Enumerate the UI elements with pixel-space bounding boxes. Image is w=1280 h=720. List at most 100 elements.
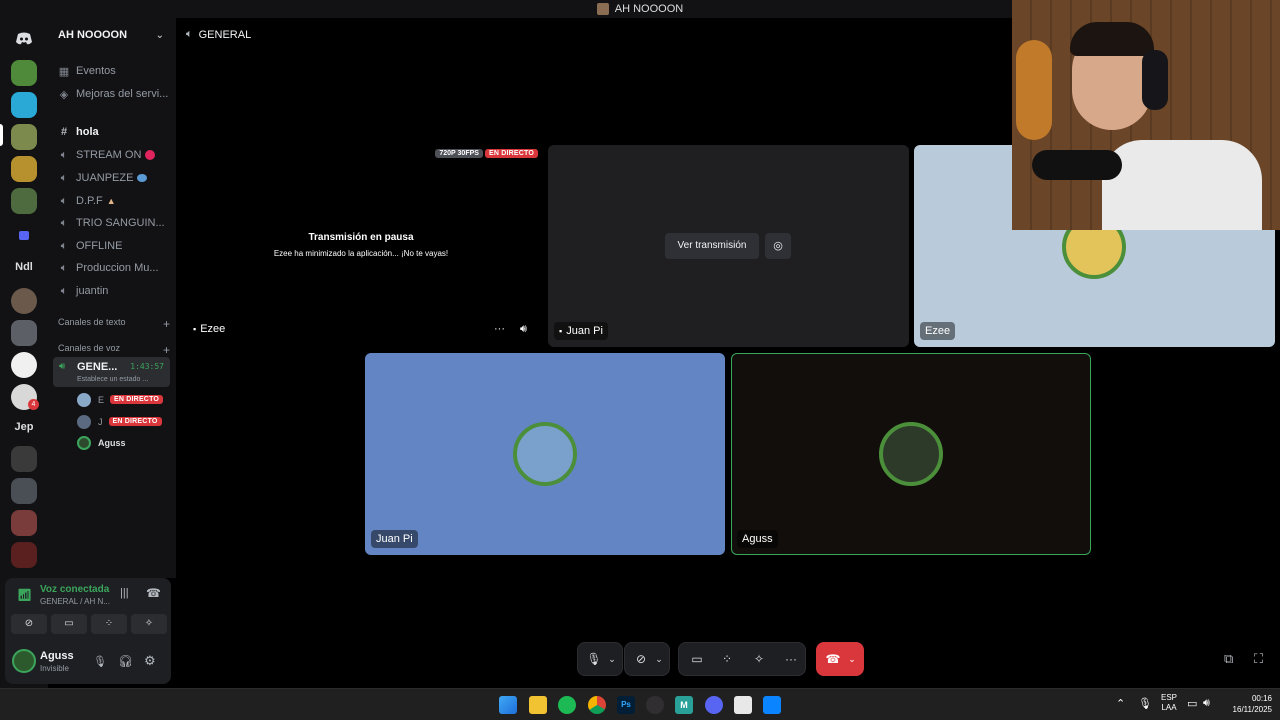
network-icon[interactable]: ▭ xyxy=(1187,697,1197,710)
channel-offline[interactable]: 🔈︎ OFFLINE xyxy=(58,236,172,256)
add-channel-icon[interactable]: + xyxy=(163,343,170,357)
channel-sidebar: AH NOOOON ⌄ ▦ Eventos ◈ Mejoras del servi.… xyxy=(48,18,176,578)
more-options-icon[interactable]: ··· xyxy=(494,323,505,335)
server-icon-8[interactable] xyxy=(11,320,37,346)
discord-taskbar-icon[interactable] xyxy=(705,696,723,714)
voice-member-aguss[interactable]: Aguss xyxy=(77,434,169,451)
voice-timer: 1:43:57 xyxy=(130,362,164,371)
windows-start-icon[interactable] xyxy=(499,696,517,714)
username[interactable]: Aguss xyxy=(40,650,74,662)
avatar[interactable] xyxy=(12,649,36,673)
spotify-icon[interactable] xyxy=(558,696,576,714)
juan-user-tile[interactable]: Juan Pi xyxy=(365,353,725,555)
chevron-down-icon[interactable]: ⌄ xyxy=(845,643,859,675)
mic-icon[interactable]: 🎙︎ xyxy=(93,655,107,668)
pray-emoji: ▲ xyxy=(106,196,116,206)
camera-group: ⊘ ⌄ xyxy=(624,642,670,676)
category-voice[interactable]: Canales de voz + xyxy=(58,343,170,357)
share-screen-icon[interactable]: ▭ xyxy=(685,643,709,675)
channel-hola[interactable]: # hola xyxy=(58,122,172,142)
fullscreen-icon[interactable]: ⛶ xyxy=(1254,651,1263,667)
speaker-icon: 🔈︎ xyxy=(60,239,68,252)
gear-icon[interactable]: ⚙ xyxy=(144,653,156,669)
volume-icon[interactable]: 🔊︎ xyxy=(1203,697,1210,710)
mic-tray-icon[interactable]: 🎙︎ xyxy=(1138,697,1152,710)
aguss-user-tile[interactable]: Aguss xyxy=(731,353,1091,555)
photoshop-icon[interactable]: Ps xyxy=(617,696,635,714)
server-icon-13[interactable] xyxy=(11,478,37,504)
soundboard-button[interactable]: ✧ xyxy=(131,614,167,634)
obs-icon[interactable] xyxy=(646,696,664,714)
events-item[interactable]: ▦ Eventos xyxy=(58,61,172,81)
stream-name-tag: ▪ Ezee xyxy=(193,323,226,335)
noise-suppression-icon[interactable]: ||| xyxy=(120,587,129,599)
app-m-icon[interactable]: M xyxy=(675,696,693,714)
popout-window-icon[interactable]: ⧉ xyxy=(1224,651,1233,667)
server-icon-4[interactable] xyxy=(11,156,37,182)
channel-juanpeze[interactable]: 🔈︎ JUANPEZE xyxy=(58,168,172,188)
avatar xyxy=(77,414,91,429)
boosts-item[interactable]: ◈ Mejoras del servi... xyxy=(58,84,172,104)
red-circle-emoji xyxy=(145,150,156,160)
activities-icon[interactable]: ⁘ xyxy=(715,643,739,675)
store-icon[interactable] xyxy=(734,696,752,714)
server-icon-14[interactable] xyxy=(11,510,37,536)
juan-stream-tile[interactable]: Ver transmisión ◎ ▪ Juan Pi xyxy=(548,145,909,347)
server-icon-9[interactable] xyxy=(11,352,37,378)
folder-icon[interactable] xyxy=(11,222,37,248)
language-indicator[interactable]: ESP LAA xyxy=(1158,693,1180,713)
more-options-icon[interactable]: ··· xyxy=(779,643,803,675)
server-header[interactable]: AH NOOOON ⌄ xyxy=(48,18,176,52)
headphones-icon[interactable]: 🎧︎ xyxy=(118,654,133,668)
file-explorer-icon[interactable] xyxy=(529,696,547,714)
chevron-down-icon[interactable]: ⌄ xyxy=(604,643,620,675)
taskbar: Ps M ⌃ 🎙︎ ESP LAA ▭ 🔊︎ 00:16 16/11/2025 xyxy=(0,688,1280,720)
server-label-jep[interactable]: Jep xyxy=(4,421,44,433)
watch-stream-button[interactable]: Ver transmisión xyxy=(665,233,759,259)
voice-connected-status[interactable]: Voz conectada xyxy=(40,584,109,595)
mic-icon[interactable]: 🎙︎ xyxy=(584,643,604,675)
add-channel-icon[interactable]: + xyxy=(163,317,170,331)
discord-home-icon[interactable] xyxy=(11,26,37,52)
server-icon-5[interactable] xyxy=(11,188,37,214)
chrome-icon[interactable] xyxy=(588,696,606,714)
user-status: Invisible xyxy=(40,664,69,673)
speaker-icon: 🔈︎ xyxy=(60,261,68,274)
disconnect-icon[interactable]: ☎︎ xyxy=(146,586,161,600)
server-icon-1[interactable] xyxy=(11,60,37,86)
soundboard-icon[interactable]: ✧ xyxy=(747,643,771,675)
ezee-stream-tile[interactable]: 720P 30FPS EN DIRECTO Transmisión en pau… xyxy=(186,145,541,347)
server-icon-12[interactable] xyxy=(11,446,37,472)
volume-icon[interactable]: 🔊︎ xyxy=(520,323,527,336)
clock[interactable]: 00:16 16/11/2025 xyxy=(1222,693,1272,715)
category-text[interactable]: Canales de texto + xyxy=(58,317,170,331)
voice-member-e[interactable]: E EN DIRECTO xyxy=(77,391,169,408)
channel-dpf[interactable]: 🔈︎ D.P.F ▲ xyxy=(58,191,172,211)
chevron-down-icon[interactable]: ⌄ xyxy=(651,643,667,675)
lang-code: ESP xyxy=(1160,693,1177,702)
voice-member-j[interactable]: J EN DIRECTO xyxy=(77,413,169,430)
camera-off-button[interactable]: ⊘ xyxy=(11,614,47,634)
headphones xyxy=(1142,50,1168,110)
avatar xyxy=(77,435,91,450)
channel-trio[interactable]: 🔈︎ TRIO SANGUIN... xyxy=(58,213,172,233)
activities-button[interactable]: ⁘ xyxy=(91,614,127,634)
channel-juantin[interactable]: 🔈︎ juantin xyxy=(58,281,172,301)
camera-off-icon[interactable]: ⊘ xyxy=(631,643,651,675)
channel-produccion[interactable]: 🔈︎ Produccion Mu... xyxy=(58,258,172,278)
channel-stream-on[interactable]: 🔈︎ STREAM ON xyxy=(58,145,172,165)
share-screen-button[interactable]: ▭ xyxy=(51,614,87,634)
popout-stream-button[interactable]: ◎ xyxy=(765,233,791,259)
voice-channel-general[interactable]: 🔊︎ GENE... 1:43:57 Establece un estado .… xyxy=(53,357,170,387)
server-icon-15[interactable] xyxy=(11,542,37,568)
chevron-up-icon[interactable]: ⌃ xyxy=(1116,697,1125,710)
server-icon-7[interactable] xyxy=(11,288,37,314)
server-icon-ahnooon[interactable] xyxy=(11,124,37,150)
boost-icon: ◈ xyxy=(59,88,69,101)
server-label-ndl[interactable]: Ndl xyxy=(4,261,44,273)
voice-status[interactable]: Establece un estado ... xyxy=(77,376,148,383)
app-blue-icon[interactable] xyxy=(763,696,781,714)
voice-location[interactable]: GENERAL / AH N... xyxy=(40,597,110,606)
server-icon-2[interactable] xyxy=(11,92,37,118)
hangup-button[interactable]: ☎︎ ⌄ xyxy=(816,642,864,676)
